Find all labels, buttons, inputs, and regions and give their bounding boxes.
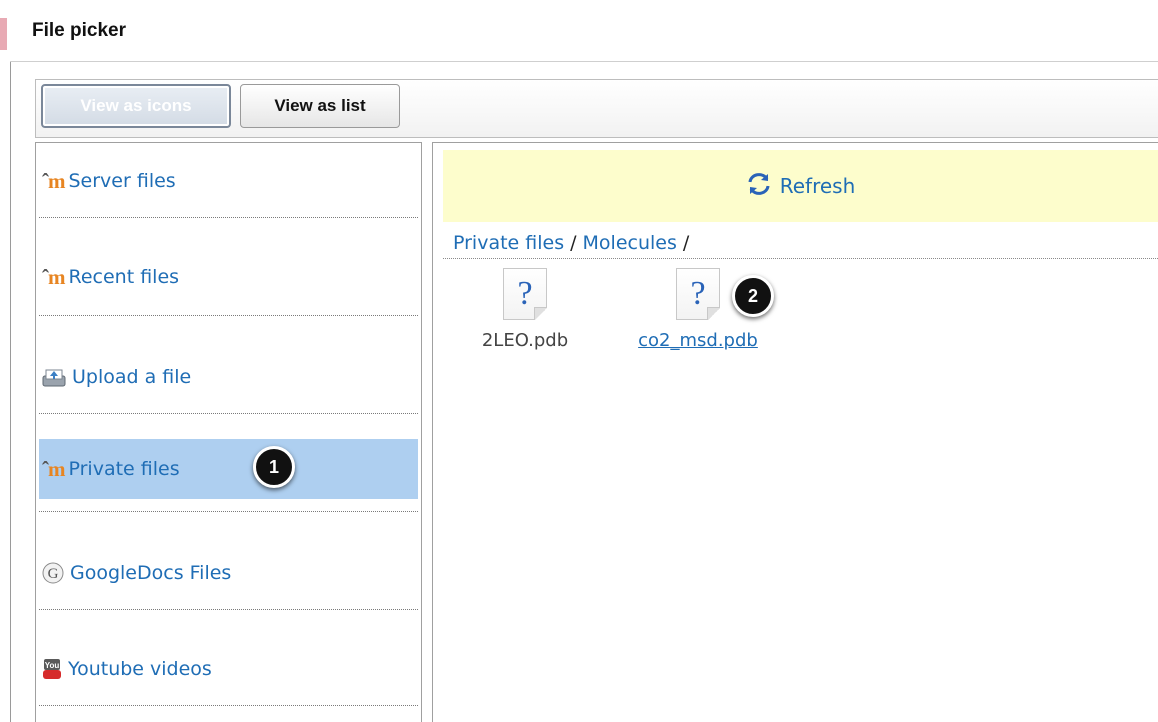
sidebar-item-youtube-videos[interactable]: You Youtube videos xyxy=(39,639,418,699)
sidebar-item-private-files[interactable]: ˆm Private files xyxy=(39,439,418,499)
dialog-left-border xyxy=(10,62,11,722)
sidebar-divider xyxy=(39,413,418,414)
svg-text:G: G xyxy=(48,566,59,582)
moodle-icon: ˆm xyxy=(42,168,65,193)
sidebar-divider xyxy=(39,315,418,316)
moodle-icon: ˆm xyxy=(42,264,65,289)
breadcrumb-private-files[interactable]: Private files xyxy=(453,232,564,254)
youtube-icon: You xyxy=(42,658,62,680)
sidebar-item-label: Private files xyxy=(68,458,180,480)
refresh-icon xyxy=(746,172,772,201)
svg-text:You: You xyxy=(45,661,60,670)
file-content-pane xyxy=(432,142,1158,722)
breadcrumb-separator: / xyxy=(570,232,577,254)
sidebar-divider xyxy=(39,511,418,512)
moodle-icon: ˆm xyxy=(42,456,65,481)
dialog-title: File picker xyxy=(32,20,126,41)
sidebar-divider xyxy=(39,609,418,610)
file-item[interactable]: ? 2LEO.pdb xyxy=(455,268,595,378)
refresh-label: Refresh xyxy=(779,174,856,198)
file-name: co2_msd.pdb xyxy=(638,330,758,351)
callout-marker-1: 1 xyxy=(253,446,295,488)
sidebar-divider xyxy=(39,705,418,706)
sidebar-item-label: Upload a file xyxy=(72,366,192,388)
sidebar-item-recent-files[interactable]: ˆm Recent files xyxy=(39,247,418,307)
upload-icon xyxy=(42,367,66,387)
view-as-icons-button[interactable]: View as icons xyxy=(41,84,231,128)
sidebar-item-label: Recent files xyxy=(68,266,180,288)
title-accent xyxy=(0,18,7,50)
sidebar-divider xyxy=(39,217,418,218)
callout-marker-2: 2 xyxy=(732,275,774,317)
google-icon: G xyxy=(42,562,64,584)
title-divider xyxy=(10,61,1158,62)
sidebar-item-upload-a-file[interactable]: Upload a file xyxy=(39,347,418,407)
repository-sidebar: ˆm Server files ˆm Recent files Upload a… xyxy=(35,142,422,722)
breadcrumb-separator: / xyxy=(682,232,690,254)
refresh-button[interactable]: Refresh xyxy=(443,150,1158,222)
breadcrumb-divider xyxy=(443,258,1158,259)
file-name: 2LEO.pdb xyxy=(481,330,569,351)
breadcrumb: Private files / Molecules / xyxy=(453,232,695,254)
unknown-file-icon: ? xyxy=(676,268,720,320)
sidebar-item-googledocs-files[interactable]: G GoogleDocs Files xyxy=(39,543,418,603)
sidebar-item-server-files[interactable]: ˆm Server files xyxy=(39,151,418,211)
sidebar-item-label: Youtube videos xyxy=(68,658,212,680)
sidebar-item-label: Server files xyxy=(68,170,176,192)
view-as-list-button[interactable]: View as list xyxy=(240,84,400,128)
unknown-file-icon: ? xyxy=(503,268,547,320)
breadcrumb-molecules[interactable]: Molecules xyxy=(583,232,677,254)
sidebar-item-label: GoogleDocs Files xyxy=(70,562,232,584)
